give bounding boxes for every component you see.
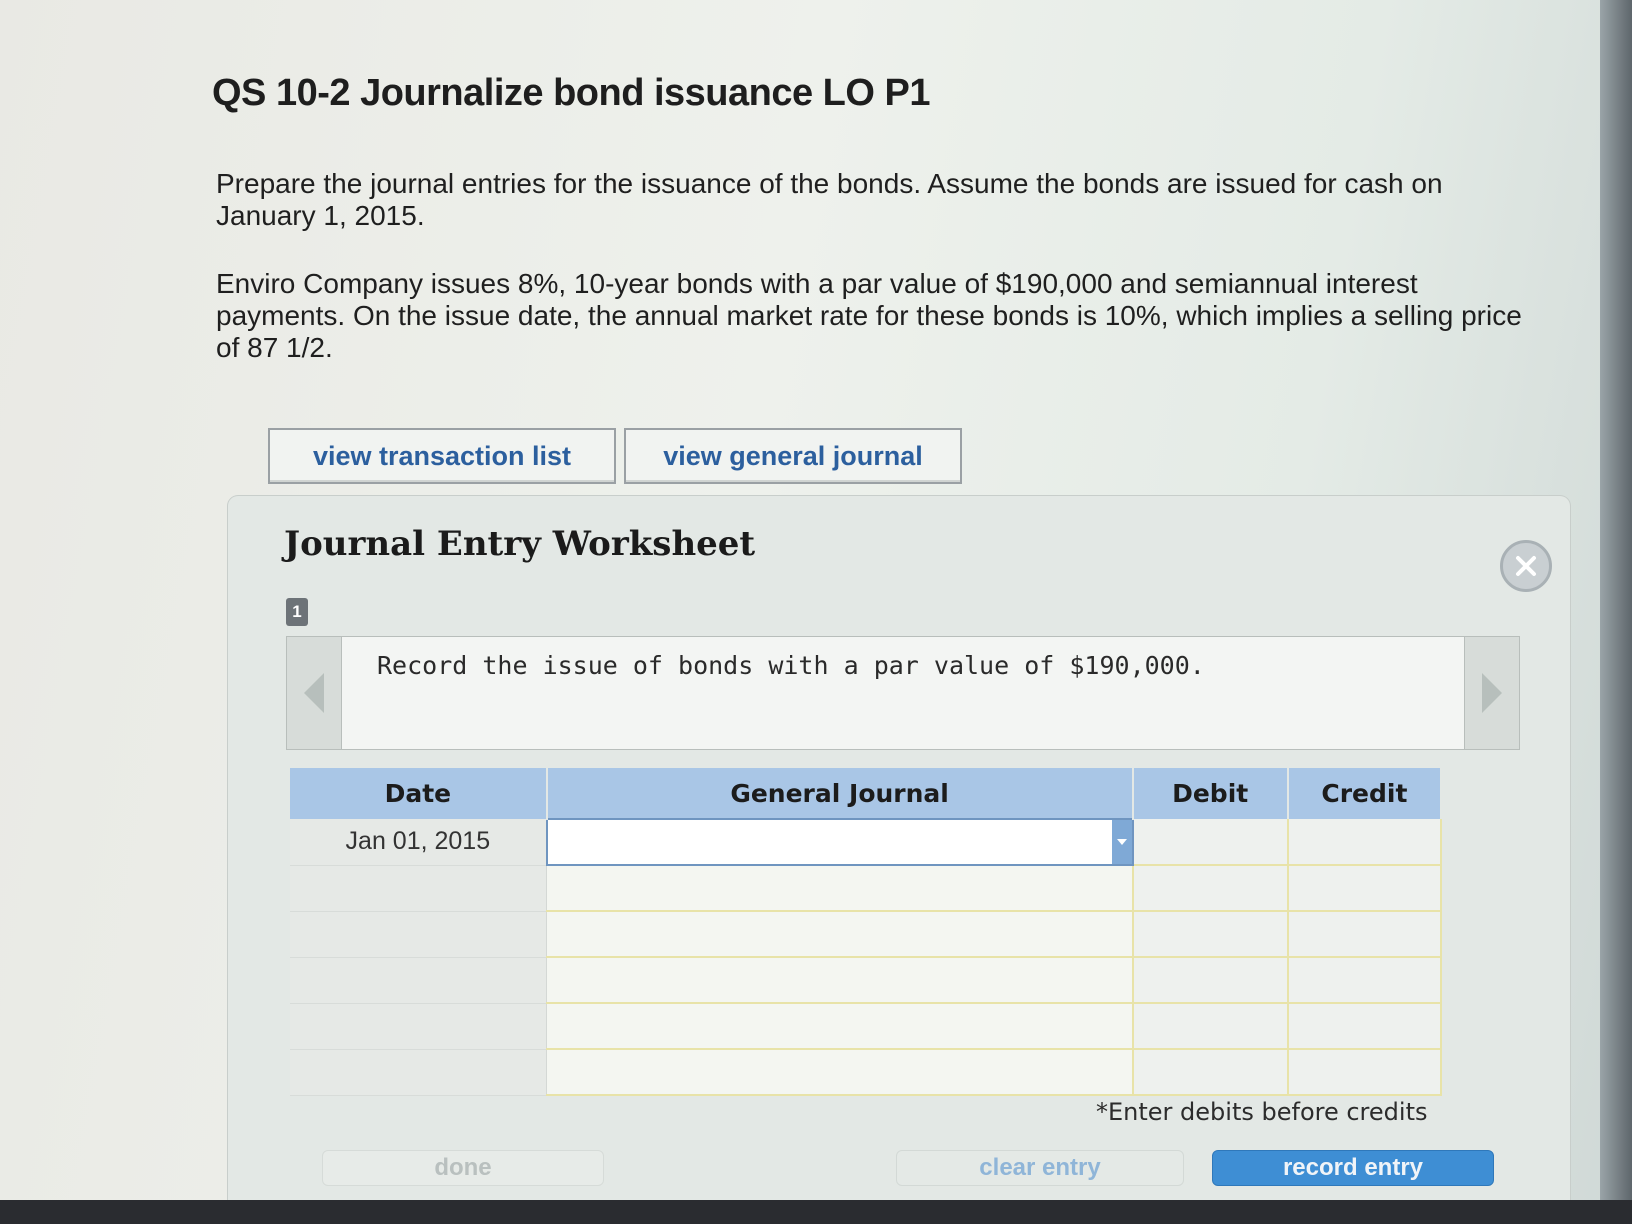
clear-entry-button[interactable]: clear entry bbox=[896, 1150, 1184, 1186]
record-entry-button[interactable]: record entry bbox=[1212, 1150, 1494, 1186]
table-row bbox=[290, 1003, 1443, 1050]
debit-input[interactable] bbox=[1132, 911, 1289, 958]
credit-input[interactable] bbox=[1287, 1003, 1443, 1050]
chevron-down-icon bbox=[1116, 839, 1127, 845]
entry-instruction: Record the issue of bonds with a par val… bbox=[377, 651, 1205, 680]
debit-input[interactable] bbox=[1132, 957, 1289, 1004]
column-header-credit: Credit bbox=[1287, 768, 1443, 819]
credit-input[interactable] bbox=[1287, 957, 1443, 1004]
journal-entry-worksheet: Journal Entry Worksheet 1 Record the iss… bbox=[228, 496, 1570, 1200]
journal-table: Date General Journal Debit Credit Jan 01… bbox=[290, 768, 1443, 1096]
credit-input[interactable] bbox=[1287, 911, 1443, 958]
view-transaction-list-button[interactable]: view transaction list bbox=[268, 428, 616, 484]
next-entry-button[interactable] bbox=[1464, 637, 1519, 749]
dropdown-arrow[interactable] bbox=[1111, 820, 1132, 864]
account-cell[interactable] bbox=[546, 1049, 1134, 1096]
debit-input[interactable] bbox=[1132, 1003, 1289, 1050]
debit-input[interactable] bbox=[1132, 1049, 1289, 1096]
table-row bbox=[290, 957, 1443, 1004]
account-cell[interactable] bbox=[546, 957, 1134, 1004]
account-cell[interactable] bbox=[546, 1003, 1134, 1050]
screen: QS 10-2 Journalize bond issuance LO P1 P… bbox=[0, 0, 1632, 1224]
step-badge[interactable]: 1 bbox=[286, 598, 308, 626]
date-cell bbox=[290, 911, 548, 958]
instructions-text: Prepare the journal entries for the issu… bbox=[216, 168, 1443, 231]
date-cell bbox=[290, 1003, 548, 1050]
left-arrow-icon bbox=[304, 673, 324, 713]
column-header-date: Date bbox=[290, 768, 548, 819]
date-cell bbox=[290, 957, 548, 1004]
date-cell bbox=[290, 865, 548, 912]
done-button[interactable]: done bbox=[322, 1150, 604, 1186]
table-row bbox=[290, 911, 1443, 958]
account-cell[interactable] bbox=[546, 865, 1134, 912]
table-row: Jan 01, 2015 bbox=[290, 818, 1443, 866]
column-header-general-journal: General Journal bbox=[546, 768, 1134, 819]
worksheet-title: Journal Entry Worksheet bbox=[284, 524, 756, 564]
column-header-debit: Debit bbox=[1132, 768, 1289, 819]
debit-input[interactable] bbox=[1132, 865, 1289, 912]
right-arrow-icon bbox=[1482, 673, 1502, 713]
close-icon bbox=[1516, 556, 1536, 576]
view-general-journal-button[interactable]: view general journal bbox=[624, 428, 962, 484]
screen-bezel-bottom bbox=[0, 1200, 1632, 1224]
screen-bezel-right bbox=[1600, 0, 1632, 1224]
previous-entry-button[interactable] bbox=[287, 637, 342, 749]
scenario-text: Enviro Company issues 8%, 10-year bonds … bbox=[216, 268, 1522, 363]
debit-input[interactable] bbox=[1132, 819, 1289, 866]
close-button[interactable] bbox=[1500, 540, 1552, 592]
debits-before-credits-hint: *Enter debits before credits bbox=[1096, 1098, 1428, 1126]
date-cell bbox=[290, 1049, 548, 1096]
date-cell: Jan 01, 2015 bbox=[290, 819, 548, 866]
account-cell[interactable] bbox=[546, 911, 1134, 958]
page-title: QS 10-2 Journalize bond issuance LO P1 bbox=[212, 72, 931, 114]
instruction-panel: Record the issue of bonds with a par val… bbox=[286, 636, 1520, 750]
table-row bbox=[290, 1049, 1443, 1096]
credit-input[interactable] bbox=[1287, 865, 1443, 912]
credit-input[interactable] bbox=[1287, 1049, 1443, 1096]
table-header-row: Date General Journal Debit Credit bbox=[290, 768, 1443, 819]
account-select[interactable] bbox=[545, 818, 1134, 866]
credit-input[interactable] bbox=[1287, 819, 1443, 866]
table-row bbox=[290, 865, 1443, 912]
